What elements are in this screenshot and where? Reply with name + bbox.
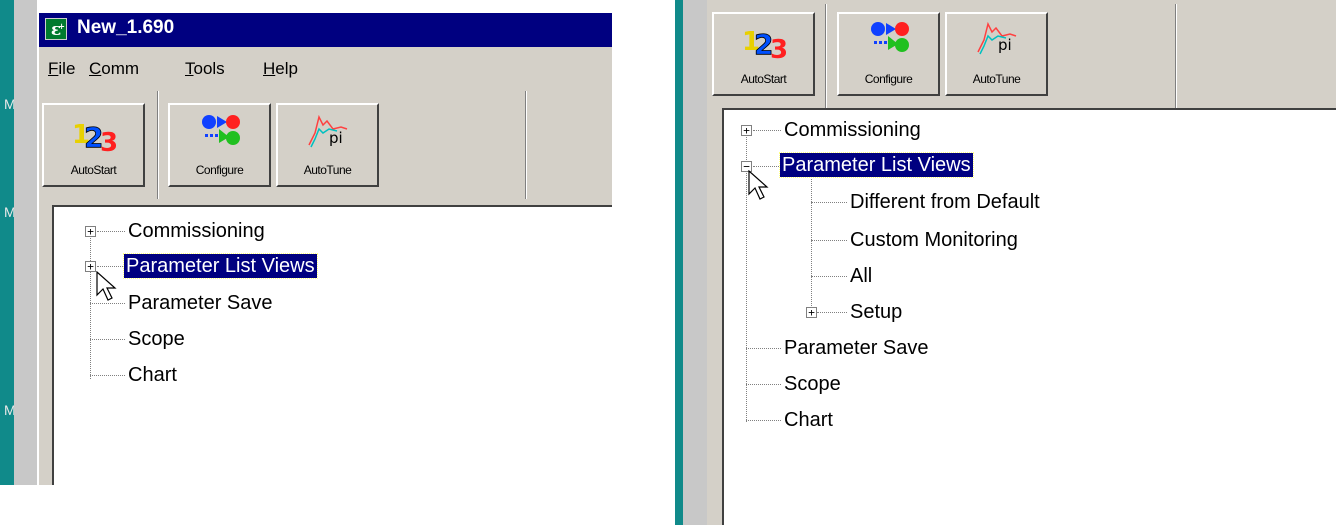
expand-parameter-list-views-icon[interactable]: +	[85, 261, 96, 272]
desktop-strip-right	[675, 0, 683, 525]
autotune-pi-icon: pi	[308, 114, 348, 148]
tree-connector	[90, 231, 91, 379]
tree-connector	[811, 276, 847, 277]
tree-node-all[interactable]: All	[850, 264, 872, 288]
expand-setup-icon[interactable]: +	[806, 307, 817, 318]
menu-help[interactable]: Help	[263, 59, 298, 79]
pane-gutter	[39, 205, 52, 485]
navigation-tree[interactable]: + − + Commissioning Parameter List Views…	[722, 108, 1336, 525]
expand-commissioning-icon[interactable]: +	[85, 226, 96, 237]
toolbar-separator	[525, 91, 527, 199]
autostart-123-icon: 1 2 3	[72, 120, 118, 153]
menu-file[interactable]: File	[48, 59, 75, 79]
tree-node-scope[interactable]: Scope	[128, 327, 185, 351]
tree-node-scope[interactable]: Scope	[784, 372, 841, 396]
configure-button[interactable]: Configure	[837, 12, 940, 96]
toolbar-separator	[825, 4, 827, 112]
autotune-button[interactable]: pi AutoTune	[276, 103, 379, 187]
tree-node-parameter-list-views[interactable]: Parameter List Views	[123, 253, 318, 279]
svg-text:pi: pi	[998, 36, 1012, 54]
tree-node-different-from-default[interactable]: Different from Default	[850, 190, 1040, 214]
tree-connector	[817, 312, 847, 313]
menu-tools[interactable]: Tools	[185, 59, 225, 79]
tree-connector	[746, 348, 781, 349]
window-frame-right	[683, 0, 707, 525]
toolbar-separator	[157, 91, 159, 199]
configure-button[interactable]: Configure	[168, 103, 271, 187]
tree-node-parameter-save[interactable]: Parameter Save	[128, 291, 273, 315]
autotune-label: AutoTune	[303, 163, 352, 177]
tree-connector	[90, 375, 125, 376]
toolbar: 1 2 3 AutoStart Configure pi AutoTune	[39, 87, 612, 205]
tree-connector	[97, 231, 125, 232]
tree-connector	[746, 384, 781, 385]
autotune-label: AutoTune	[972, 72, 1021, 86]
svg-text:3: 3	[770, 35, 788, 60]
tree-connector	[90, 339, 125, 340]
app-epsilon-icon[interactable]: ε +	[45, 18, 67, 40]
pane-gutter	[707, 108, 722, 525]
autotune-pi-icon: pi	[977, 21, 1017, 55]
configure-blocks-icon	[202, 115, 240, 145]
mouse-pointer-icon	[96, 271, 117, 301]
menu-comm[interactable]: Comm	[89, 59, 139, 79]
configure-label: Configure	[864, 72, 913, 86]
tree-connector	[753, 166, 781, 167]
tree-connector	[811, 202, 847, 203]
tree-connector	[746, 130, 747, 422]
autostart-label: AutoStart	[740, 72, 787, 86]
mouse-pointer-icon	[748, 170, 769, 200]
tree-connector	[753, 130, 781, 131]
autostart-button[interactable]: 1 2 3 AutoStart	[712, 12, 815, 96]
toolbar: 1 2 3 AutoStart Configure pi AutoTune	[707, 0, 1336, 112]
autostart-button[interactable]: 1 2 3 AutoStart	[42, 103, 145, 187]
title-bar[interactable]: ε + New_1.690	[39, 13, 612, 47]
tree-node-parameter-save[interactable]: Parameter Save	[784, 336, 929, 360]
desktop-strip-left: M M M	[0, 0, 16, 485]
tree-connector	[811, 172, 812, 314]
tree-connector	[746, 420, 781, 421]
tree-node-commissioning[interactable]: Commissioning	[128, 219, 265, 243]
svg-text:pi: pi	[329, 129, 343, 147]
navigation-tree[interactable]: + + Commissioning Parameter List Views P…	[52, 205, 612, 485]
tree-node-chart[interactable]: Chart	[784, 408, 833, 432]
autostart-123-icon: 1 2 3	[742, 27, 788, 60]
menu-bar: File Comm Tools Help	[39, 47, 612, 87]
configure-blocks-icon	[871, 22, 909, 52]
expand-commissioning-icon[interactable]: +	[741, 125, 752, 136]
window-frame-left	[14, 0, 38, 485]
autotune-button[interactable]: pi AutoTune	[945, 12, 1048, 96]
tree-connector	[811, 240, 847, 241]
tree-connector	[90, 303, 125, 304]
configure-label: Configure	[195, 163, 244, 177]
tree-node-chart[interactable]: Chart	[128, 363, 177, 387]
tree-node-parameter-list-views[interactable]: Parameter List Views	[779, 152, 974, 178]
tree-node-commissioning[interactable]: Commissioning	[784, 118, 921, 142]
window-title: New_1.690	[77, 17, 175, 38]
tree-node-setup[interactable]: Setup	[850, 300, 902, 324]
autostart-label: AutoStart	[70, 163, 117, 177]
svg-text:3: 3	[100, 128, 118, 153]
tree-connector	[97, 266, 125, 267]
tree-node-custom-monitoring[interactable]: Custom Monitoring	[850, 228, 1018, 252]
toolbar-separator	[1175, 4, 1177, 112]
